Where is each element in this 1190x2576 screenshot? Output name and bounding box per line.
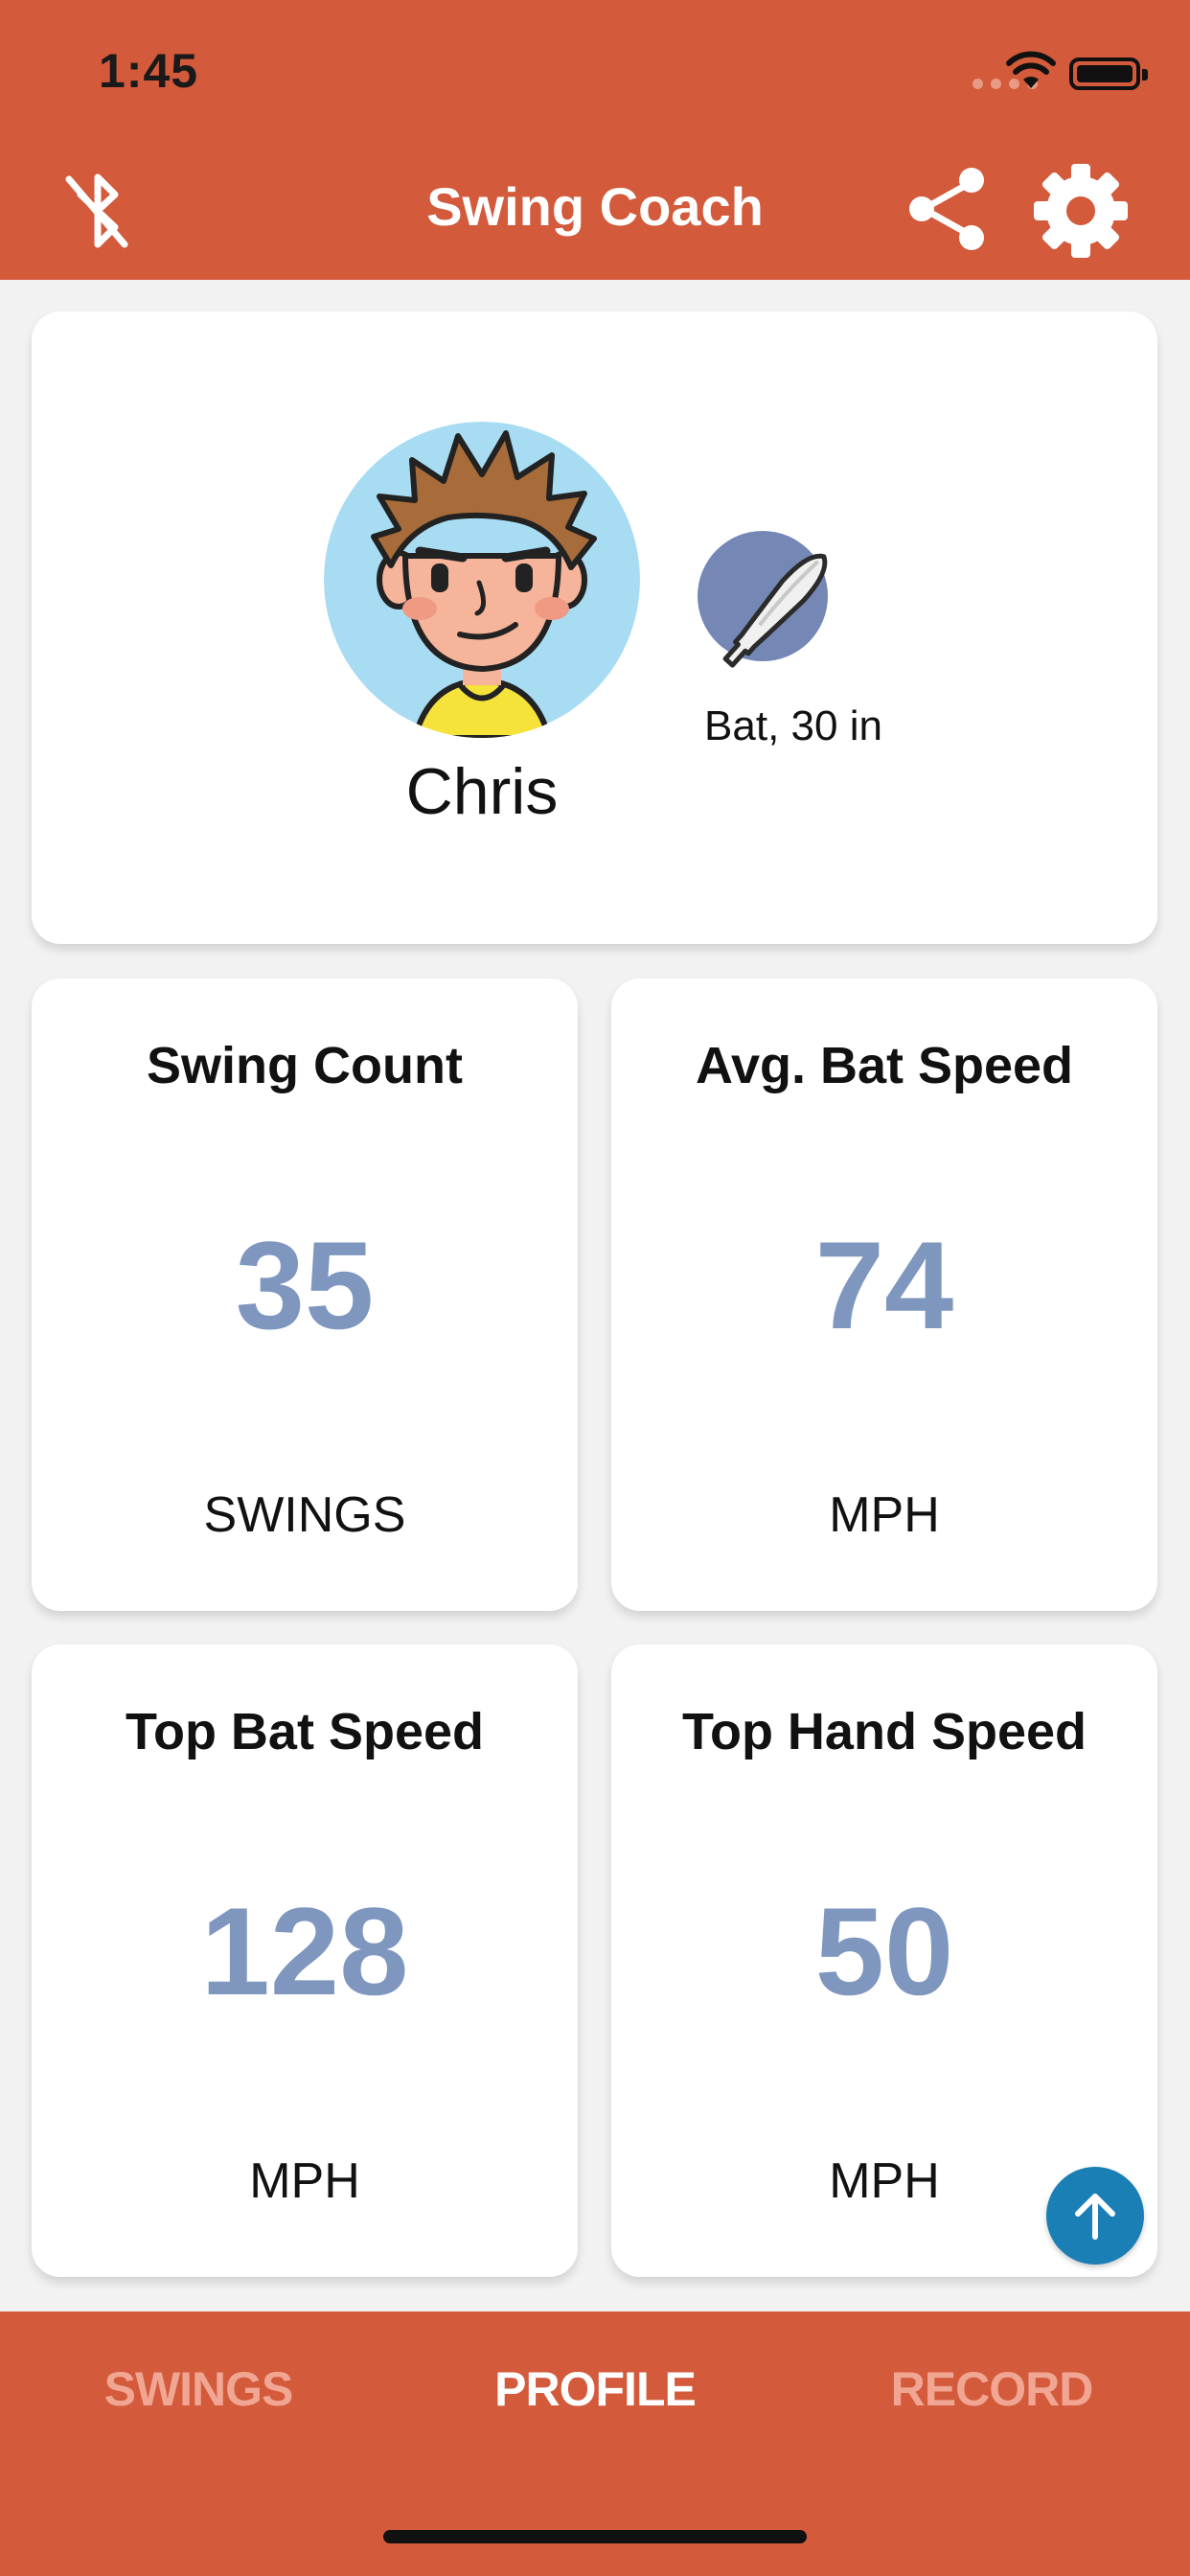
stat-value: 35 <box>235 1215 375 1355</box>
stat-card-top-bat-speed[interactable]: Top Bat Speed 128 MPH <box>32 1644 578 2277</box>
stat-card-swing-count[interactable]: Swing Count 35 SWINGS <box>32 978 578 1611</box>
profile-name: Chris <box>405 755 559 828</box>
stat-title: Avg. Bat Speed <box>695 1037 1074 1094</box>
stat-unit: MPH <box>829 1487 940 1543</box>
stat-card-avg-bat-speed[interactable]: Avg. Bat Speed 74 MPH <box>611 978 1157 1611</box>
stat-value: 128 <box>200 1881 409 2021</box>
profile-card[interactable]: Chris Bat, 30 in <box>32 311 1157 944</box>
tab-swings[interactable]: SWINGS <box>0 2361 397 2417</box>
tab-profile[interactable]: PROFILE <box>397 2361 793 2417</box>
gear-icon[interactable] <box>1030 160 1132 262</box>
stat-unit: SWINGS <box>203 1487 406 1543</box>
arrow-up-icon <box>1075 2194 1115 2240</box>
app-title: Swing Coach <box>426 176 764 237</box>
battery-icon <box>1069 58 1148 90</box>
home-indicator[interactable] <box>383 2530 807 2543</box>
scroll-to-top-button[interactable] <box>1046 2167 1144 2265</box>
stat-value: 74 <box>814 1215 954 1355</box>
share-icon[interactable] <box>901 163 993 255</box>
app-header: 1:45 Swing Coach <box>0 0 1190 280</box>
stat-unit: MPH <box>249 2153 360 2209</box>
stat-title: Top Hand Speed <box>681 1703 1087 1760</box>
baseball-bat-icon <box>696 527 845 677</box>
status-time: 1:45 <box>99 44 199 98</box>
stat-title: Top Bat Speed <box>125 1703 485 1760</box>
avatar-icon <box>324 422 640 738</box>
stat-title: Swing Count <box>147 1037 463 1094</box>
stat-value: 50 <box>814 1881 954 2021</box>
wifi-icon <box>1006 51 1056 88</box>
bat-label: Bat, 30 in <box>704 702 882 749</box>
tab-record[interactable]: RECORD <box>793 2361 1190 2417</box>
